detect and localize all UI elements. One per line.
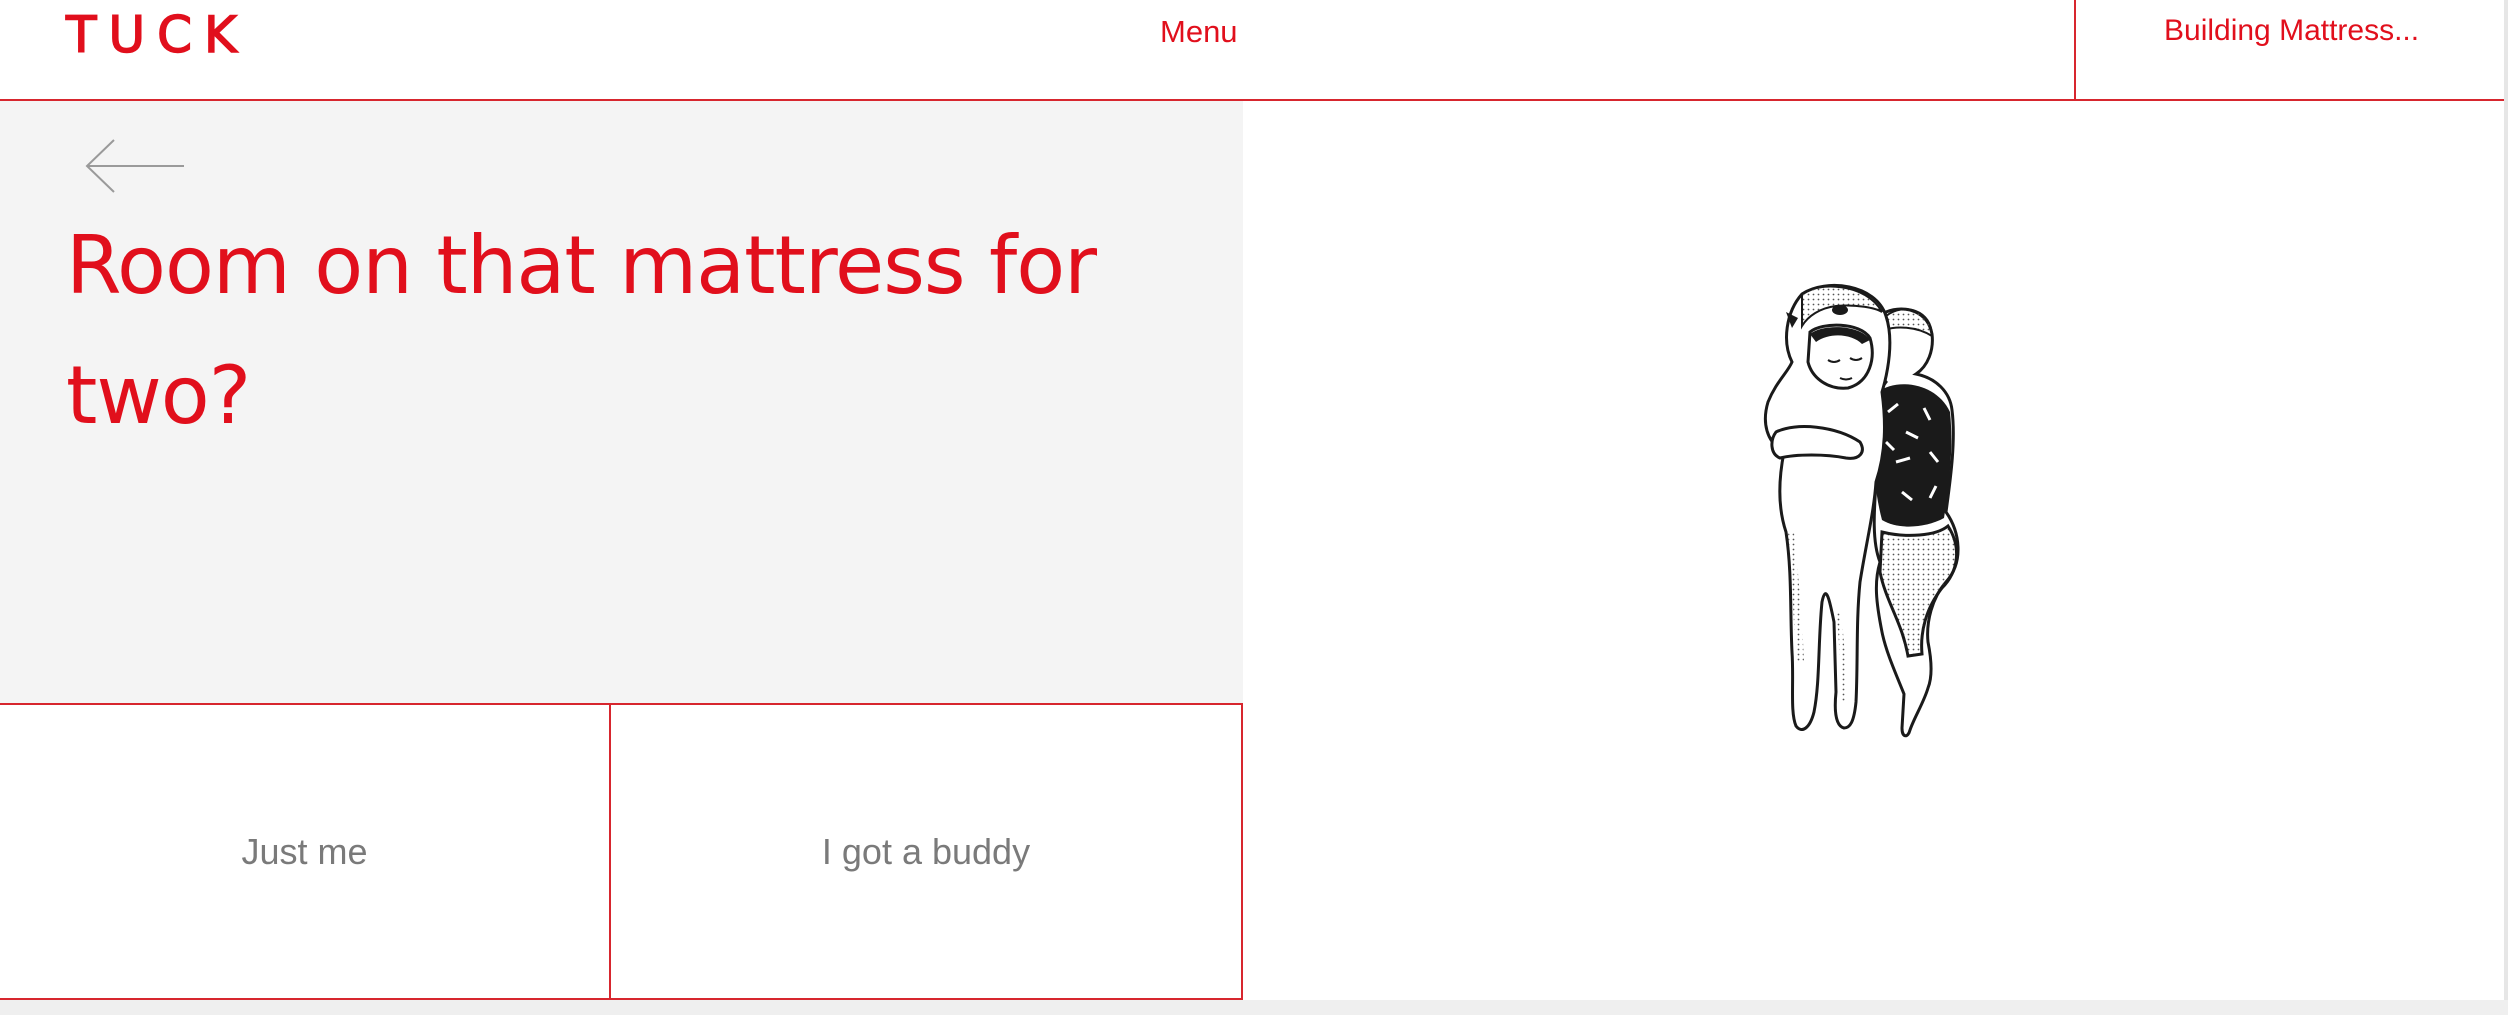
couple-illustration [1736,282,2016,822]
page-edge [2504,0,2508,1015]
option-just-me-button[interactable]: Just me [0,705,611,998]
building-mattress-status[interactable]: Building Mattress... [2164,14,2419,48]
header-divider [2074,0,2076,101]
tuck-logo[interactable]: TUCK [65,5,249,65]
menu-link[interactable]: Menu [1160,14,1238,50]
back-arrow-icon[interactable] [84,138,186,194]
answer-options: Just me I got a buddy [0,703,1243,1000]
question-panel: Room on that mattress for two? [0,101,1243,703]
bottom-strip [0,1000,2508,1015]
quiz-page: TUCK Menu Building Mattress... Room on t… [0,0,2508,1015]
option-buddy-button[interactable]: I got a buddy [611,705,1241,998]
question-title: Room on that mattress for two? [66,219,1097,442]
top-header: TUCK Menu Building Mattress... [0,0,2504,101]
